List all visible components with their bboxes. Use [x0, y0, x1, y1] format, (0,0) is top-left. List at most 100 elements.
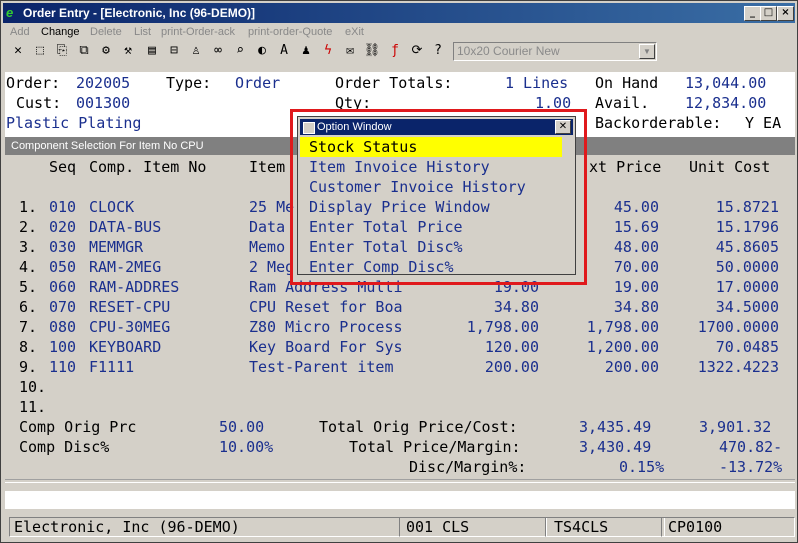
maximize-button[interactable]: □ [760, 6, 777, 21]
option-item[interactable]: Item Invoice History [300, 157, 571, 177]
settings-icon[interactable]: ⚒ [119, 42, 137, 60]
option-list: Stock Status Item Invoice History Customer… [300, 137, 571, 276]
toolbar: ✕ ⬚ ⎘ ⧉ ⚙ ⚒ ▤ ⊟ ♙ ∞ ⌕ ◐ A ♟ ϟ ✉ ⛓ ƒ ⟳ ? [3, 41, 795, 63]
font-select[interactable]: 10x20 Courier New ▼ [453, 42, 657, 61]
option-window-body: Option Window ✕ Stock Status Item Invoice… [297, 116, 576, 276]
row-item-no[interactable]: KEYBOARD [89, 338, 239, 356]
menu-print-order-ack[interactable]: print-Order-ack [161, 26, 235, 38]
binoculars-icon[interactable]: ∞ [209, 42, 227, 60]
row-price[interactable]: 120.00 [429, 338, 539, 356]
row-item-no[interactable]: DATA-BUS [89, 218, 239, 236]
close-icon[interactable]: ✕ [9, 42, 27, 60]
comp-orig-prc-value[interactable]: 50.00 [219, 418, 264, 436]
row-unit-cost[interactable]: 50.0000 [669, 258, 779, 276]
user-icon[interactable]: ♟ [297, 42, 315, 60]
menu-change[interactable]: Change [41, 26, 80, 38]
menu-list[interactable]: List [134, 26, 151, 38]
row-item-no[interactable]: RAM-ADDRES [89, 278, 239, 296]
link-icon[interactable]: ⛓ [363, 42, 381, 60]
onhand-label: On Hand [595, 74, 659, 92]
row-seq[interactable]: 110 [49, 358, 89, 376]
gear-icon[interactable]: ⚙ [97, 42, 115, 60]
formula-icon[interactable]: ƒ [386, 42, 404, 60]
cust-label: Cust: [16, 94, 62, 112]
row-seq[interactable]: 070 [49, 298, 89, 316]
row-seq[interactable]: 030 [49, 238, 89, 256]
row-unit-cost[interactable]: 1700.0000 [669, 318, 779, 336]
row-ext-price[interactable]: 200.00 [549, 358, 659, 376]
avail-label: Avail. [595, 94, 650, 112]
row-ext-price[interactable]: 34.80 [549, 298, 659, 316]
row-unit-cost[interactable]: 34.5000 [669, 298, 779, 316]
avail-value: 12,834.00 [685, 94, 767, 112]
help-icon[interactable]: ? [429, 42, 447, 60]
row-number: 10. [19, 378, 47, 396]
total-orig-cost: 3,901.32 [699, 418, 772, 436]
row-unit-cost[interactable]: 15.1796 [669, 218, 779, 236]
bell-icon[interactable]: ♙ [187, 42, 205, 60]
row-seq[interactable]: 080 [49, 318, 89, 336]
backorder-label: Backorderable: [595, 114, 722, 132]
type-value[interactable]: Order [235, 74, 280, 92]
row-unit-cost[interactable]: 45.8605 [669, 238, 779, 256]
menu-exit[interactable]: eXit [345, 26, 364, 38]
row-seq[interactable]: 060 [49, 278, 89, 296]
row-unit-cost[interactable]: 17.0000 [669, 278, 779, 296]
row-item-no[interactable]: CPU-30MEG [89, 318, 239, 336]
row-description[interactable]: Z80 Micro Process [249, 318, 429, 336]
option-item[interactable]: Enter Total Disc% [300, 237, 571, 257]
row-description[interactable]: CPU Reset for Boa [249, 298, 429, 316]
lightning-icon[interactable]: ϟ [319, 42, 337, 60]
select-icon[interactable]: ⬚ [31, 42, 49, 60]
menu-add[interactable]: Add [10, 26, 30, 38]
row-price[interactable]: 200.00 [429, 358, 539, 376]
comp-disc-value[interactable]: 10.00% [219, 438, 273, 456]
option-item[interactable]: Enter Comp Disc% [300, 257, 571, 277]
option-item[interactable]: Display Price Window [300, 197, 571, 217]
row-seq[interactable]: 020 [49, 218, 89, 236]
option-window-titlebar[interactable]: Option Window ✕ [300, 119, 573, 135]
main-window: e Order Entry - [Electronic, Inc (96-DEM… [0, 0, 798, 543]
row-description[interactable]: Test-Parent item [249, 358, 429, 376]
list-icon[interactable]: ▤ [143, 42, 161, 60]
row-price[interactable]: 34.80 [429, 298, 539, 316]
close-button[interactable]: × [777, 6, 794, 21]
row-item-no[interactable]: MEMMGR [89, 238, 239, 256]
row-ext-price[interactable]: 1,798.00 [549, 318, 659, 336]
row-unit-cost[interactable]: 15.8721 [669, 198, 779, 216]
option-item[interactable]: Enter Total Price [300, 217, 571, 237]
cust-value[interactable]: 001300 [76, 94, 130, 112]
row-item-no[interactable]: F1111 [89, 358, 239, 376]
comp-disc-label: Comp Disc% [19, 438, 110, 456]
row-unit-cost[interactable]: 70.0485 [669, 338, 779, 356]
row-ext-price[interactable]: 1,200.00 [549, 338, 659, 356]
menu-delete[interactable]: Delete [90, 26, 122, 38]
minimize-button[interactable]: _ [744, 6, 761, 21]
refresh-icon[interactable]: ⟳ [408, 42, 426, 60]
row-price[interactable]: 1,798.00 [429, 318, 539, 336]
chevron-down-icon[interactable]: ▼ [639, 44, 655, 59]
row-unit-cost[interactable]: 1322.4223 [669, 358, 779, 376]
row-seq[interactable]: 010 [49, 198, 89, 216]
row-seq[interactable]: 100 [49, 338, 89, 356]
search-icon[interactable]: ⌕ [231, 42, 249, 60]
menu-bar: Add Change Delete List print-Order-ack p… [3, 24, 795, 41]
copy-icon[interactable]: ⎘ [53, 42, 71, 60]
globe-icon[interactable]: ◐ [253, 42, 271, 60]
copy2-icon[interactable]: ⧉ [75, 42, 93, 60]
option-item[interactable]: Stock Status [300, 137, 562, 157]
option-item[interactable]: Customer Invoice History [300, 177, 571, 197]
lock-icon[interactable]: ⊟ [165, 42, 183, 60]
row-item-no[interactable]: CLOCK [89, 198, 239, 216]
menu-print-order-quote[interactable]: print-order-Quote [248, 26, 332, 38]
row-number: 4. [19, 258, 38, 276]
row-description[interactable]: Key Board For Sys [249, 338, 429, 356]
row-seq[interactable]: 050 [49, 258, 89, 276]
row-item-no[interactable]: RESET-CPU [89, 298, 239, 316]
row-item-no[interactable]: RAM-2MEG [89, 258, 239, 276]
font-icon[interactable]: A [275, 42, 293, 60]
title-bar[interactable]: e Order Entry - [Electronic, Inc (96-DEM… [3, 3, 795, 23]
envelope-icon[interactable]: ✉ [341, 42, 359, 60]
order-value[interactable]: 202005 [76, 74, 130, 92]
option-window-close-button[interactable]: ✕ [555, 120, 571, 134]
